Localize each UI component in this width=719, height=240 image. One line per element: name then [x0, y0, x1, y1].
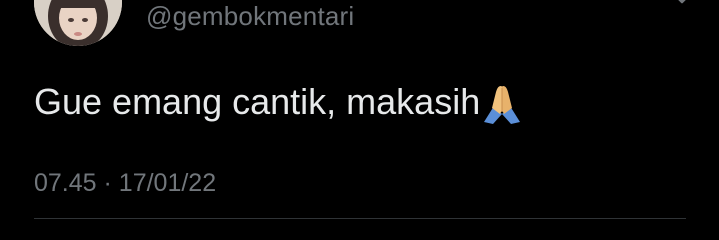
tweet-text-content: Gue emang cantik, makasih [34, 81, 481, 122]
chevron-down-icon[interactable] [670, 0, 694, 10]
user-handle[interactable]: @gembokmentari [146, 1, 354, 31]
meta-separator: · [103, 169, 112, 197]
tweet-time: 07.45 [34, 169, 97, 197]
tweet-date: 17/01/22 [118, 169, 217, 197]
avatar[interactable] [34, 0, 122, 46]
tweet-timestamp[interactable]: 07.45 · 17/01/22 [34, 168, 216, 198]
divider [34, 218, 686, 219]
tweet-text: Gue emang cantik, makasih [34, 80, 524, 124]
avatar-image [34, 0, 122, 46]
folded-hands-icon [484, 86, 521, 124]
